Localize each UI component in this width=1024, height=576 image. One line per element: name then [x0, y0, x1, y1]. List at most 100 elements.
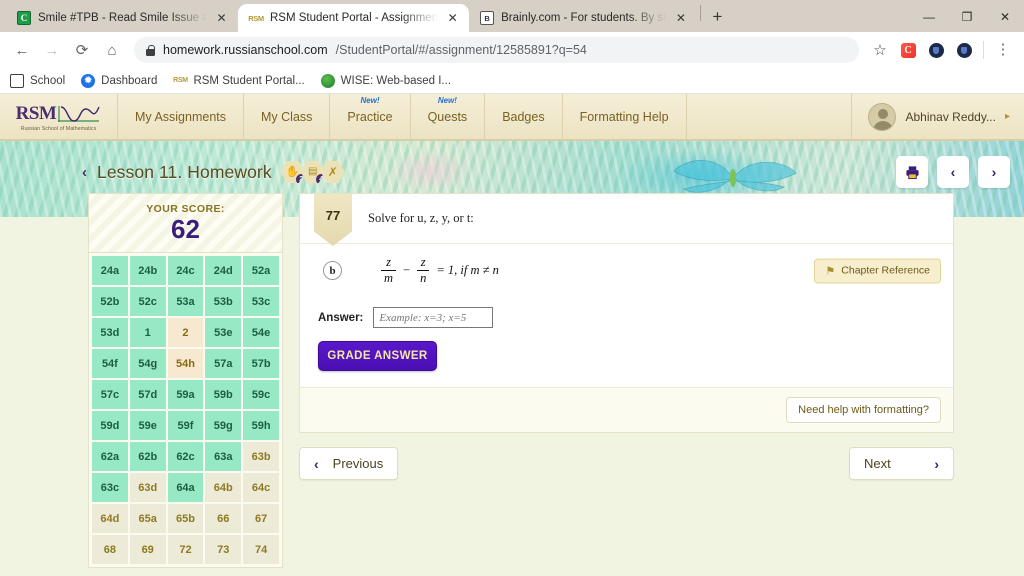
- next-button[interactable]: Next ›: [849, 447, 954, 480]
- browser-tab-2-close-icon[interactable]: ✕: [445, 11, 460, 26]
- problem-cell[interactable]: 63a: [205, 442, 241, 471]
- browser-tab-1-close-icon[interactable]: ✕: [214, 11, 229, 26]
- problem-cell[interactable]: 54e: [243, 318, 279, 347]
- problem-cell[interactable]: 67: [243, 504, 279, 533]
- problem-cell[interactable]: 24b: [130, 256, 166, 285]
- problem-cell[interactable]: 53d: [92, 318, 128, 347]
- problem-cell[interactable]: 65a: [130, 504, 166, 533]
- main-column: 77 Solve for u, z, y, or t: b z m −: [299, 193, 954, 576]
- problem-cell[interactable]: 63b: [243, 442, 279, 471]
- problem-cell[interactable]: 59g: [205, 411, 241, 440]
- bookmark-school[interactable]: School: [10, 74, 65, 88]
- nav-quests-label: Quests: [428, 110, 468, 124]
- problem-cell[interactable]: 65b: [168, 504, 204, 533]
- browser-tab-2[interactable]: RSM RSM Student Portal - Assignmen ✕: [238, 4, 469, 32]
- crossed-tools-badge-icon[interactable]: ✗: [321, 160, 345, 184]
- problem-cell[interactable]: 59h: [243, 411, 279, 440]
- nav-quests[interactable]: New! Quests: [411, 94, 486, 139]
- problem-cell[interactable]: 64a: [168, 473, 204, 502]
- back-to-assignments-icon[interactable]: ‹: [82, 164, 87, 181]
- problem-cell[interactable]: 64b: [205, 473, 241, 502]
- forward-icon[interactable]: →: [38, 36, 66, 64]
- problem-cell[interactable]: 64c: [243, 473, 279, 502]
- nav-practice[interactable]: New! Practice: [330, 94, 410, 139]
- problem-cell[interactable]: 53c: [243, 287, 279, 316]
- problem-cell[interactable]: 74: [243, 535, 279, 564]
- dashboard-icon: ✹: [81, 74, 95, 88]
- grade-answer-button[interactable]: GRADE ANSWER: [318, 341, 437, 371]
- problem-cell[interactable]: 57a: [205, 349, 241, 378]
- maximize-icon[interactable]: ❐: [948, 2, 986, 32]
- problem-cell[interactable]: 59e: [130, 411, 166, 440]
- browser-menu-icon[interactable]: ⋮: [990, 37, 1016, 63]
- minimize-icon[interactable]: —: [910, 2, 948, 32]
- problem-cell[interactable]: 62c: [168, 442, 204, 471]
- new-tab-button[interactable]: +: [704, 4, 730, 30]
- rsm-logo[interactable]: RSM Russian School of Mathematics: [0, 94, 118, 139]
- problem-cell[interactable]: 64d: [92, 504, 128, 533]
- problem-cell[interactable]: 66: [205, 504, 241, 533]
- problem-cell[interactable]: 57c: [92, 380, 128, 409]
- problem-cell[interactable]: 54h: [168, 349, 204, 378]
- problem-cell[interactable]: 2: [168, 318, 204, 347]
- problem-cell[interactable]: 59a: [168, 380, 204, 409]
- reload-icon[interactable]: ⟳: [68, 36, 96, 64]
- problem-cell[interactable]: 63c: [92, 473, 128, 502]
- previous-problem-button[interactable]: ‹: [937, 156, 969, 188]
- answer-input[interactable]: [373, 307, 493, 328]
- problem-cell[interactable]: 59b: [205, 380, 241, 409]
- chapter-reference-button[interactable]: ⚑ Chapter Reference: [814, 258, 941, 283]
- problem-cell[interactable]: 62a: [92, 442, 128, 471]
- formatting-help-button[interactable]: Need help with formatting?: [786, 397, 941, 423]
- nav-my-class[interactable]: My Class: [244, 94, 330, 139]
- close-window-icon[interactable]: ✕: [986, 2, 1024, 32]
- bookmark-dashboard[interactable]: ✹ Dashboard: [81, 74, 157, 88]
- extension-c-icon[interactable]: C: [895, 37, 921, 63]
- bookmark-rsm-portal[interactable]: RSM RSM Student Portal...: [173, 74, 304, 88]
- problem-cell[interactable]: 59d: [92, 411, 128, 440]
- extension-shield-icon-2[interactable]: [951, 37, 977, 63]
- problem-cell[interactable]: 52a: [243, 256, 279, 285]
- problem-cell[interactable]: 54f: [92, 349, 128, 378]
- home-icon[interactable]: ⌂: [98, 36, 126, 64]
- problem-cell[interactable]: 59f: [168, 411, 204, 440]
- school-icon: [10, 74, 24, 88]
- profile-menu[interactable]: Abhinav Reddy... ▸: [852, 94, 1024, 139]
- problem-cell[interactable]: 59c: [243, 380, 279, 409]
- problem-cell[interactable]: 53b: [205, 287, 241, 316]
- problem-cell[interactable]: 63d: [130, 473, 166, 502]
- problem-cell[interactable]: 62b: [130, 442, 166, 471]
- problem-cell[interactable]: 57b: [243, 349, 279, 378]
- nav-formatting-help[interactable]: Formatting Help: [563, 94, 687, 139]
- problem-cell[interactable]: 24a: [92, 256, 128, 285]
- problem-cell[interactable]: 52b: [92, 287, 128, 316]
- problem-cell[interactable]: 68: [92, 535, 128, 564]
- back-icon[interactable]: ←: [8, 36, 36, 64]
- problem-cell[interactable]: 72: [168, 535, 204, 564]
- problem-cell[interactable]: 53a: [168, 287, 204, 316]
- bookmark-star-icon[interactable]: ☆: [867, 37, 893, 63]
- previous-button[interactable]: ‹ Previous: [299, 447, 398, 480]
- browser-tab-3-close-icon[interactable]: ✕: [673, 11, 688, 26]
- browser-tab-1[interactable]: C Smile #TPB - Read Smile Issue # ✕: [6, 4, 238, 32]
- problem-part-letter: b: [323, 261, 342, 280]
- browser-tab-strip: C Smile #TPB - Read Smile Issue # ✕ RSM …: [0, 0, 1024, 32]
- problem-cell[interactable]: 53e: [205, 318, 241, 347]
- problem-cell[interactable]: 24d: [205, 256, 241, 285]
- problem-cell[interactable]: 69: [130, 535, 166, 564]
- problem-cell[interactable]: 52c: [130, 287, 166, 316]
- problem-cell[interactable]: 57d: [130, 380, 166, 409]
- rsm-logo-word: RSM: [16, 103, 57, 125]
- nav-badges[interactable]: Badges: [485, 94, 562, 139]
- browser-tab-3[interactable]: B Brainly.com - For students. By st ✕: [469, 4, 697, 32]
- next-problem-button[interactable]: ›: [978, 156, 1010, 188]
- problem-cell[interactable]: 54g: [130, 349, 166, 378]
- problem-cell[interactable]: 73: [205, 535, 241, 564]
- bookmark-wise[interactable]: WISE: Web-based I...: [321, 74, 451, 88]
- address-bar[interactable]: homework.russianschool.com/StudentPortal…: [134, 37, 859, 63]
- problem-cell[interactable]: 24c: [168, 256, 204, 285]
- extension-shield-icon-1[interactable]: [923, 37, 949, 63]
- print-button[interactable]: [896, 156, 928, 188]
- nav-my-assignments[interactable]: My Assignments: [118, 94, 244, 139]
- problem-cell[interactable]: 1: [130, 318, 166, 347]
